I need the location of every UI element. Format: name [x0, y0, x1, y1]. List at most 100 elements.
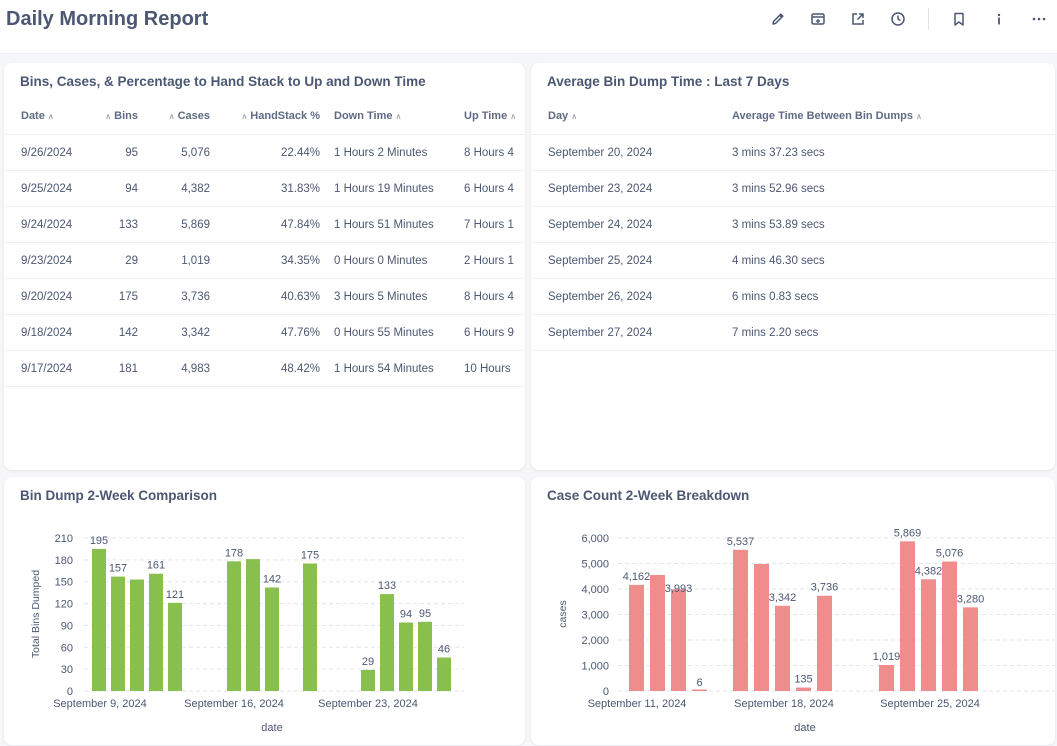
table-cell[interactable]: 2 Hours 1: [456, 242, 525, 279]
y-axis-label: Total Bins Dumped: [30, 570, 42, 658]
clock-icon[interactable]: [888, 9, 908, 29]
table-cell[interactable]: 29: [88, 242, 144, 279]
add-to-dashboard-icon[interactable]: [808, 9, 828, 29]
bookmark-icon[interactable]: [949, 9, 969, 29]
x-tick-label: September 16, 2024: [184, 698, 284, 710]
table-cell[interactable]: 6 Hours 9: [456, 314, 525, 351]
table-cell[interactable]: 8 Hours 4: [456, 134, 525, 171]
bar: [227, 561, 241, 691]
table-cell[interactable]: 4,983: [144, 350, 216, 387]
info-icon[interactable]: [989, 9, 1009, 29]
table-cell[interactable]: 4,382: [144, 170, 216, 207]
table-cell[interactable]: 7 mins 2.20 secs: [724, 314, 1055, 351]
table-cell[interactable]: 9/18/2024: [4, 314, 88, 351]
table-cell[interactable]: September 20, 2024: [531, 134, 724, 171]
table-cell[interactable]: September 24, 2024: [531, 206, 724, 243]
pencil-icon[interactable]: [768, 9, 788, 29]
table-cell[interactable]: 8 Hours 4: [456, 278, 525, 315]
table-cell[interactable]: 3 mins 37.23 secs: [724, 134, 1055, 171]
table-cell[interactable]: September 25, 2024: [531, 242, 724, 279]
column-label: Day: [548, 110, 569, 122]
table-cell[interactable]: 3,736: [144, 278, 216, 315]
sort-arrow-icon[interactable]: ∧: [571, 112, 577, 121]
table-cell[interactable]: 5,076: [144, 134, 216, 171]
bar: [692, 689, 707, 691]
table-cell[interactable]: 10 Hours: [456, 350, 525, 387]
table-cell[interactable]: 1 Hours 2 Minutes: [326, 134, 456, 171]
table-cell[interactable]: 133: [88, 206, 144, 243]
table-cell[interactable]: 142: [88, 314, 144, 351]
column-header[interactable]: Date ∧: [4, 98, 88, 135]
table-cell[interactable]: 9/17/2024: [4, 350, 88, 387]
header-divider: [928, 8, 929, 30]
table-cell[interactable]: 9/26/2024: [4, 134, 88, 171]
more-icon[interactable]: [1029, 9, 1049, 29]
table-row: 9/24/2024 133 5,869 47.84% 1 Hours 51 Minute…: [4, 206, 525, 243]
table-cell[interactable]: 34.35%: [216, 242, 326, 279]
table-cell[interactable]: 181: [88, 350, 144, 387]
bar: [130, 579, 144, 691]
table-cell[interactable]: 48.42%: [216, 350, 326, 387]
table-cell[interactable]: 4 mins 46.30 secs: [724, 242, 1055, 279]
table-cell[interactable]: 0 Hours 0 Minutes: [326, 242, 456, 279]
x-tick-label: September 25, 2024: [880, 698, 980, 710]
column-header[interactable]: ∧ Bins: [88, 98, 144, 135]
column-header[interactable]: ∧ Cases: [144, 98, 216, 135]
table-cell[interactable]: 175: [88, 278, 144, 315]
table-cell[interactable]: 9/23/2024: [4, 242, 88, 279]
table-cell[interactable]: 40.63%: [216, 278, 326, 315]
sort-arrow-icon[interactable]: ∧: [395, 112, 401, 121]
table-cell[interactable]: 7 Hours 1: [456, 206, 525, 243]
table-cell[interactable]: 1,019: [144, 242, 216, 279]
table-cell[interactable]: 95: [88, 134, 144, 171]
sort-arrow-icon[interactable]: ∧: [169, 112, 175, 121]
y-tick-label: 90: [61, 620, 73, 632]
bar: [361, 669, 375, 691]
sort-arrow-icon[interactable]: ∧: [510, 112, 516, 121]
bar: [796, 687, 811, 691]
column-header[interactable]: Day ∧: [531, 98, 724, 135]
sort-arrow-icon[interactable]: ∧: [48, 112, 54, 121]
share-icon[interactable]: [848, 9, 868, 29]
column-label: Average Time Between Bin Dumps: [732, 110, 913, 122]
bin-dump-chart: 0 30 60 90 120 150 180 210 Total Bins Dumped 195 1…: [30, 533, 464, 734]
table-cell[interactable]: 47.84%: [216, 206, 326, 243]
table-cell[interactable]: 31.83%: [216, 170, 326, 207]
data-label: 175: [301, 550, 319, 562]
column-header[interactable]: Down Time ∧: [326, 98, 456, 135]
bar: [265, 587, 279, 691]
table-cell[interactable]: September 27, 2024: [531, 314, 724, 351]
table-cell[interactable]: 1 Hours 19 Minutes: [326, 170, 456, 207]
table-cell[interactable]: 9/24/2024: [4, 206, 88, 243]
table-row: 9/18/2024 142 3,342 47.76% 0 Hours 55 Minute…: [4, 314, 525, 351]
table-cell[interactable]: 1 Hours 51 Minutes: [326, 206, 456, 243]
data-label: 1,019: [873, 651, 901, 663]
data-label: 195: [90, 535, 108, 547]
table-cell[interactable]: 9/25/2024: [4, 170, 88, 207]
table-cell[interactable]: 3 mins 53.89 secs: [724, 206, 1055, 243]
sort-arrow-icon[interactable]: ∧: [916, 112, 922, 121]
column-header[interactable]: Up Time ∧: [456, 98, 525, 135]
table-cell[interactable]: 6 mins 0.83 secs: [724, 278, 1055, 315]
sort-arrow-icon[interactable]: ∧: [241, 112, 247, 121]
table-cell[interactable]: 22.44%: [216, 134, 326, 171]
table-cell[interactable]: September 26, 2024: [531, 278, 724, 315]
table-cell[interactable]: 6 Hours 4: [456, 170, 525, 207]
table-cell[interactable]: 3 mins 52.96 secs: [724, 170, 1055, 207]
y-tick-label: 210: [55, 533, 73, 545]
table-cell[interactable]: 1 Hours 54 Minutes: [326, 350, 456, 387]
bin-chart-card: Bin Dump 2-Week Comparison 0 30 60 90 120 150…: [4, 477, 525, 745]
data-label: 3,736: [811, 582, 839, 594]
table-cell[interactable]: 0 Hours 55 Minutes: [326, 314, 456, 351]
table-cell[interactable]: 5,869: [144, 206, 216, 243]
y-tick-label: 3,000: [581, 610, 609, 622]
table-cell[interactable]: 3 Hours 5 Minutes: [326, 278, 456, 315]
sort-arrow-icon[interactable]: ∧: [105, 112, 111, 121]
table-cell[interactable]: 9/20/2024: [4, 278, 88, 315]
column-header[interactable]: Average Time Between Bin Dumps ∧: [724, 98, 1055, 135]
table-cell[interactable]: 3,342: [144, 314, 216, 351]
table-cell[interactable]: 47.76%: [216, 314, 326, 351]
table-cell[interactable]: September 23, 2024: [531, 170, 724, 207]
table-cell[interactable]: 94: [88, 170, 144, 207]
column-header[interactable]: ∧ HandStack %: [216, 98, 326, 135]
